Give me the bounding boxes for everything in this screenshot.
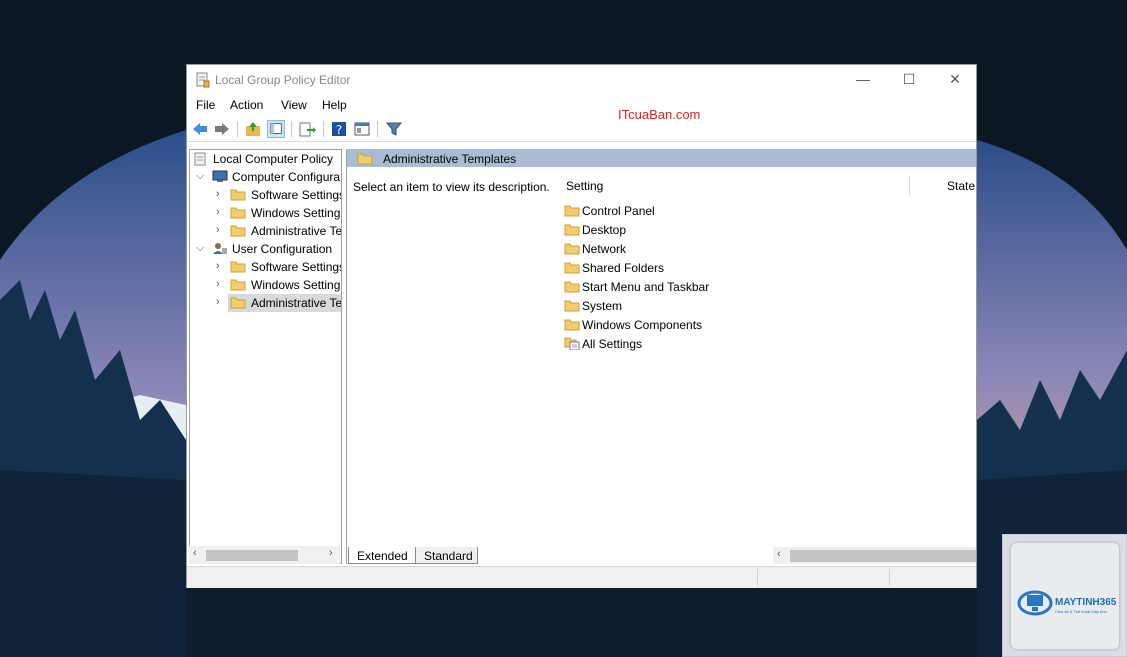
tree-horizontal-scrollbar[interactable]: ‹ › [189, 546, 340, 564]
settings-list: Setting State Control Panel Desktop Netw… [560, 167, 976, 564]
tree-item-local-computer-policy[interactable]: Local Computer Policy [190, 150, 341, 168]
list-item-label: Control Panel [582, 204, 655, 218]
show-hide-tree-icon[interactable] [267, 120, 285, 138]
menu-action[interactable]: Action [230, 98, 263, 112]
folder-icon [230, 297, 246, 309]
tree-item-computer-configuration[interactable]: ⌵ Computer Configura [190, 168, 341, 186]
folder-icon [357, 153, 373, 165]
list-item-label: Windows Components [582, 318, 703, 332]
tab-standard[interactable]: Standard [416, 547, 478, 564]
scroll-thumb[interactable] [206, 550, 298, 561]
title-bar[interactable]: Local Group Policy Editor — ☐ ✕ [187, 65, 976, 95]
tree-label: User Configuration [232, 242, 333, 256]
folder-icon [564, 262, 580, 274]
close-button[interactable]: ✕ [932, 65, 978, 95]
forward-icon[interactable] [213, 120, 231, 138]
group-policy-editor-window: Local Group Policy Editor — ☐ ✕ File Act… [186, 64, 977, 588]
list-item-label: Network [582, 242, 627, 256]
details-title: Administrative Templates [383, 152, 517, 166]
export-list-icon[interactable] [298, 120, 316, 138]
list-item-label: System [582, 299, 623, 313]
folder-icon [564, 281, 580, 293]
list-item-label: All Settings [582, 337, 643, 351]
status-bar [187, 566, 976, 588]
filter-icon[interactable] [385, 120, 403, 138]
list-item-label: Shared Folders [582, 261, 665, 275]
policy-editor-icon [196, 72, 210, 88]
user-icon [213, 243, 227, 254]
chevron-right-icon[interactable]: › [216, 278, 226, 290]
column-header-state[interactable]: State [947, 179, 975, 193]
brand-tagline: Chia sẻ & Thủ thuật Máy tính [1055, 609, 1107, 614]
chevron-right-icon[interactable]: › [216, 224, 226, 236]
description-text: Select an item to view its description. [353, 180, 550, 194]
up-folder-icon[interactable] [244, 120, 262, 138]
help-icon[interactable]: ? [330, 120, 348, 138]
tree-label: Administrative Te [251, 224, 342, 238]
chevron-down-icon[interactable]: ⌵ [196, 170, 206, 182]
folder-icon [564, 319, 580, 331]
tab-extended[interactable]: Extended [348, 547, 416, 564]
menu-file[interactable]: File [196, 98, 215, 112]
tree-label: Local Computer Policy [213, 152, 334, 166]
back-icon[interactable] [191, 120, 209, 138]
monitor-logo-icon [1017, 590, 1053, 616]
view-tabs: Extended Standard [348, 547, 848, 565]
folder-icon [230, 225, 246, 237]
chevron-down-icon[interactable]: ⌵ [196, 242, 206, 254]
window-title: Local Group Policy Editor [215, 73, 351, 87]
tree-label: Computer Configura [232, 170, 341, 184]
list-item-label: Desktop [582, 223, 627, 237]
tree-item-windows-settings[interactable]: › Windows Setting [190, 204, 341, 222]
folder-icon [564, 224, 580, 236]
minimize-button[interactable]: — [840, 65, 886, 95]
tree-item-user-administrative-templates[interactable]: › Administrative Te [190, 294, 341, 312]
maximize-button[interactable]: ☐ [886, 65, 932, 95]
folder-icon [230, 279, 246, 291]
tree-item-user-configuration[interactable]: ⌵ User Configuration [190, 240, 341, 258]
tree-label: Administrative Te [251, 296, 342, 310]
svg-text:?: ? [336, 123, 342, 137]
folder-icon [230, 261, 246, 273]
folder-icon [230, 207, 246, 219]
list-item-label: Start Menu and Taskbar [582, 280, 710, 294]
tree-item-user-software-settings[interactable]: › Software Settings [190, 258, 341, 276]
folder-icon [564, 205, 580, 217]
chevron-right-icon[interactable]: › [216, 188, 226, 200]
properties-icon[interactable] [353, 120, 371, 138]
policy-icon [194, 152, 206, 166]
tree-label: Windows Setting [251, 206, 341, 220]
brand-name: MAYTINH365 [1055, 597, 1117, 608]
details-pane: Administrative Templates Select an item … [346, 149, 976, 564]
tree-item-software-settings[interactable]: › Software Settings [190, 186, 341, 204]
details-header: Administrative Templates [347, 149, 976, 167]
column-header-setting[interactable]: Setting [566, 179, 603, 193]
tree-item-user-windows-settings[interactable]: › Windows Setting [190, 276, 341, 294]
brand-logo-watermark: MAYTINH365 Chia sẻ & Thủ thuật Máy tính [1002, 534, 1127, 657]
chevron-right-icon[interactable]: › [216, 296, 226, 308]
chevron-right-icon[interactable]: › [216, 260, 226, 272]
menu-help[interactable]: Help [322, 98, 347, 112]
computer-icon [212, 170, 228, 182]
console-tree: Local Computer Policy ⌵ Computer Configu… [189, 149, 342, 564]
chevron-right-icon[interactable]: › [216, 206, 226, 218]
toolbar: ? [187, 117, 976, 142]
scroll-right-icon[interactable]: › [329, 547, 333, 559]
tree-label: Windows Setting [251, 278, 341, 292]
folder-icon [564, 300, 580, 312]
scroll-left-icon[interactable]: ‹ [193, 547, 197, 559]
tree-label: Software Settings [251, 188, 342, 202]
menu-view[interactable]: View [281, 98, 307, 112]
tree-label: Software Settings [251, 260, 342, 274]
logo-card: MAYTINH365 Chia sẻ & Thủ thuật Máy tính [1011, 543, 1119, 649]
all-settings-icon [564, 337, 580, 350]
tree-item-administrative-templates[interactable]: › Administrative Te [190, 222, 341, 240]
folder-icon [230, 189, 246, 201]
folder-icon [564, 243, 580, 255]
menu-bar: File Action View Help [187, 95, 976, 115]
